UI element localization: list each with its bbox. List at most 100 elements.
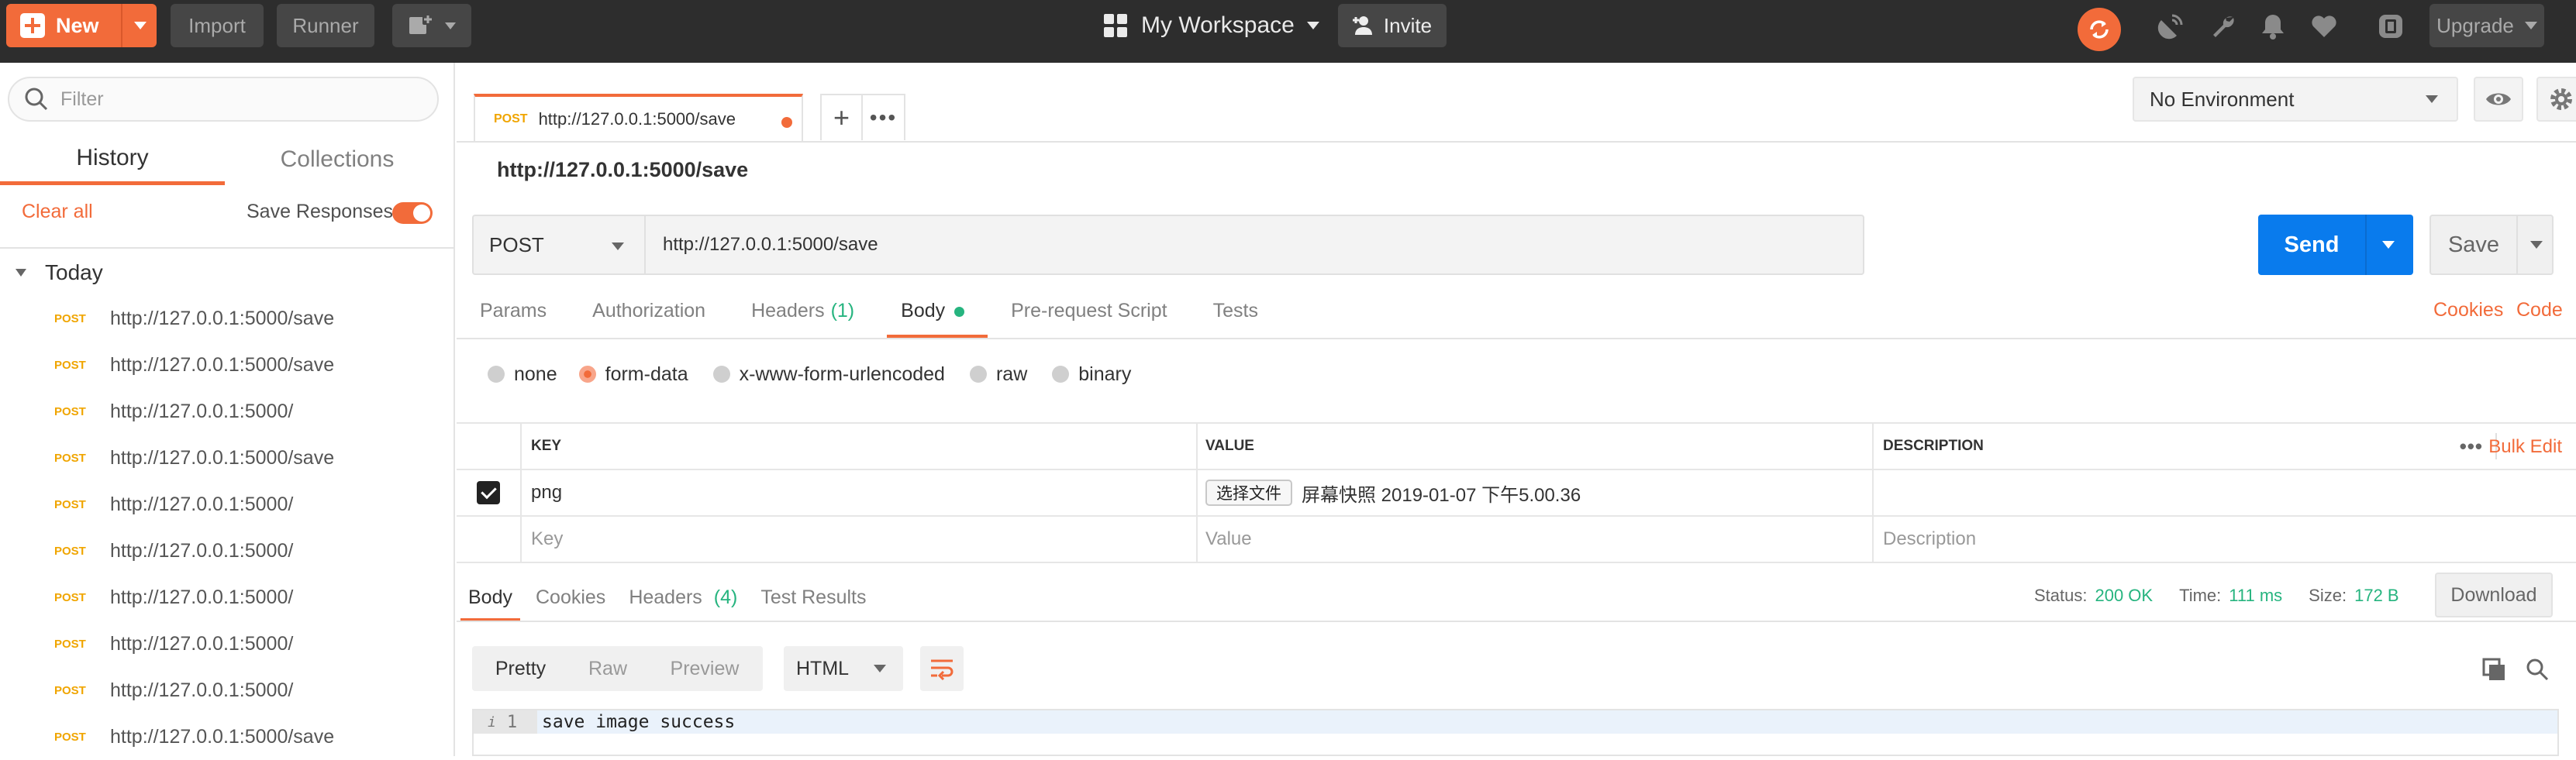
time-value[interactable]: 111 ms	[2229, 586, 2282, 606]
new-description-input[interactable]: Description	[1874, 517, 2576, 562]
search-response-button[interactable]	[2522, 654, 2553, 685]
clear-all-link[interactable]: Clear all	[22, 201, 93, 223]
filter-box	[8, 77, 439, 122]
body-type-form-data[interactable]: form-data	[578, 363, 688, 386]
method-select[interactable]: POST	[472, 215, 644, 275]
workspace-switcher[interactable]: My Workspace	[1104, 8, 1319, 43]
history-item[interactable]: POST http://127.0.0.1:5000/	[0, 388, 453, 435]
status-value[interactable]: 200 OK	[2095, 586, 2153, 606]
send-button[interactable]: Send	[2258, 215, 2413, 275]
favorites-button[interactable]	[2309, 11, 2340, 42]
more-tabs-button[interactable]: •••	[863, 94, 905, 140]
new-window-button[interactable]	[392, 4, 471, 47]
request-tab-url: http://127.0.0.1:5000/save	[538, 109, 736, 129]
tab-collections[interactable]: Collections	[225, 134, 450, 185]
upgrade-label: Upgrade	[2436, 13, 2514, 37]
request-tab-method: POST	[494, 112, 528, 126]
history-item[interactable]: POST http://127.0.0.1:5000/	[0, 528, 453, 574]
capture-button[interactable]	[2155, 11, 2186, 42]
bulk-edit-link[interactable]: Bulk Edit	[2488, 436, 2562, 458]
response-tab-body[interactable]: Body	[460, 574, 520, 622]
response-body-editor[interactable]: i 1 save image success	[472, 709, 2559, 756]
description-cell[interactable]	[1874, 470, 2576, 515]
tab-tests[interactable]: Tests	[1213, 295, 1258, 339]
response-body-line[interactable]: save image success	[537, 710, 2557, 734]
send-label: Send	[2284, 232, 2340, 257]
runner-button[interactable]: Runner	[277, 4, 374, 47]
chevron-down-icon[interactable]	[2530, 241, 2543, 249]
tab-prerequest-script[interactable]: Pre-request Script	[1011, 295, 1167, 339]
save-button[interactable]: Save	[2429, 215, 2554, 275]
code-link[interactable]: Code	[2516, 299, 2563, 322]
new-button[interactable]: New	[6, 4, 157, 47]
new-tab-button[interactable]: +	[820, 94, 863, 140]
new-key-input[interactable]: Key	[522, 517, 1198, 562]
history-item[interactable]: POST http://127.0.0.1:5000/save	[0, 714, 453, 760]
environment-select[interactable]: No Environment	[2133, 77, 2458, 122]
body-type-urlencoded[interactable]: x-www-form-urlencoded	[712, 363, 945, 386]
notifications-button[interactable]	[2257, 11, 2288, 42]
history-item[interactable]: POST http://127.0.0.1:5000/save	[0, 342, 453, 388]
response-tab-test-results[interactable]: Test Results	[760, 574, 866, 622]
view-raw[interactable]: Raw	[569, 646, 647, 691]
download-button[interactable]: Download	[2435, 573, 2553, 617]
size-value[interactable]: 172 B	[2354, 586, 2399, 606]
invite-label: Invite	[1383, 13, 1433, 37]
column-header-value: VALUE	[1198, 424, 1874, 469]
interceptor-button[interactable]	[2375, 11, 2406, 42]
request-title[interactable]: http://127.0.0.1:5000/save	[497, 158, 748, 182]
history-method: POST	[54, 590, 86, 604]
more-options-icon[interactable]: •••	[2460, 435, 2483, 459]
history-group-today[interactable]: Today	[16, 257, 103, 288]
wrench-icon	[2213, 16, 2234, 37]
row-enabled-checkbox[interactable]	[477, 481, 500, 504]
chevron-down-icon[interactable]	[2382, 241, 2395, 249]
filter-input[interactable]	[60, 88, 417, 111]
history-item[interactable]: POST http://127.0.0.1:5000/save	[0, 435, 453, 481]
environment-quick-look-button[interactable]	[2474, 77, 2523, 122]
tab-authorization[interactable]: Authorization	[592, 295, 705, 339]
cookies-link[interactable]: Cookies	[2433, 299, 2503, 322]
view-pretty[interactable]: Pretty	[472, 646, 569, 691]
format-select[interactable]: HTML	[784, 646, 903, 691]
request-tab[interactable]: POST http://127.0.0.1:5000/save	[474, 94, 803, 142]
history-item[interactable]: POST http://127.0.0.1:5000/save	[0, 295, 453, 342]
history-url: http://127.0.0.1:5000/	[110, 679, 294, 701]
history-item[interactable]: POST http://127.0.0.1:5000/	[0, 574, 453, 621]
tab-history[interactable]: History	[0, 134, 225, 185]
upgrade-button[interactable]: Upgrade	[2429, 4, 2544, 47]
body-type-none[interactable]: none	[488, 363, 557, 386]
response-tabs: Body Cookies Headers (4) Test Results	[457, 574, 878, 622]
import-button[interactable]: Import	[171, 4, 264, 47]
new-value-input[interactable]: Value	[1198, 517, 1874, 562]
history-url: http://127.0.0.1:5000/	[110, 586, 294, 608]
table-row: png 选择文件 屏幕快照 2019-01-07 下午5.00.36	[457, 470, 2576, 517]
wrap-lines-button[interactable]	[920, 646, 964, 691]
tab-headers[interactable]: Headers (1)	[751, 295, 854, 339]
history-item[interactable]: POST http://127.0.0.1:5000/	[0, 667, 453, 714]
tab-body[interactable]: Body	[887, 295, 988, 339]
url-input[interactable]	[663, 234, 1826, 256]
choose-file-button[interactable]: 选择文件	[1205, 480, 1292, 506]
tab-params[interactable]: Params	[480, 295, 547, 339]
manage-environments-button[interactable]	[2536, 77, 2576, 122]
body-type-binary[interactable]: binary	[1052, 363, 1131, 386]
view-preview[interactable]: Preview	[647, 646, 763, 691]
key-cell[interactable]: png	[522, 470, 1198, 515]
invite-button[interactable]: Invite	[1338, 4, 1447, 47]
response-tab-cookies[interactable]: Cookies	[536, 574, 605, 622]
body-type-raw[interactable]: raw	[969, 363, 1027, 386]
copy-button[interactable]	[2478, 654, 2509, 685]
response-tab-headers[interactable]: Headers (4)	[629, 574, 737, 622]
chevron-down-icon[interactable]	[134, 22, 147, 29]
radio-button	[488, 366, 505, 383]
chevron-down-icon	[1306, 22, 1319, 29]
chevron-down-icon	[612, 242, 624, 250]
sync-button[interactable]	[2078, 8, 2121, 51]
save-responses-toggle[interactable]	[392, 202, 433, 224]
line-number: 1	[506, 712, 518, 732]
table-header-row: KEY VALUE DESCRIPTION ••• Bulk Edit	[457, 422, 2576, 470]
settings-wrench-button[interactable]	[2208, 11, 2239, 42]
history-item[interactable]: POST http://127.0.0.1:5000/	[0, 621, 453, 667]
history-item[interactable]: POST http://127.0.0.1:5000/	[0, 481, 453, 528]
